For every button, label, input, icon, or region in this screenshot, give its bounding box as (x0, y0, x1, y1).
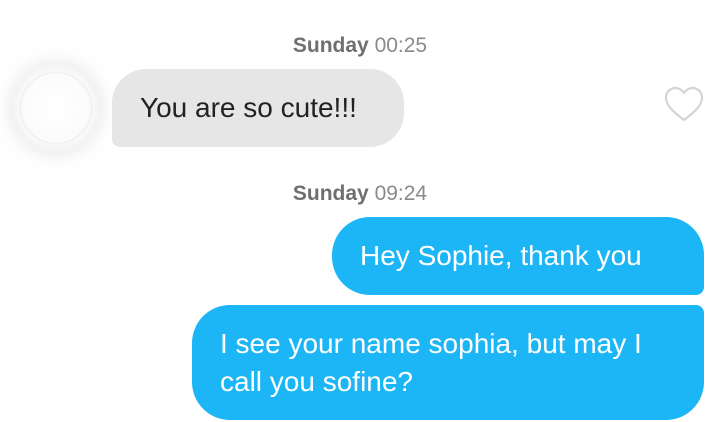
timestamp-day: Sunday (292, 34, 369, 57)
message-text: Hey Sophie, thank you (360, 240, 642, 271)
outgoing-message-bubble[interactable]: I see your name sophia, but may I call y… (192, 305, 704, 420)
heart-outline-icon[interactable] (664, 86, 704, 124)
chat-thread: Sunday 00:25 You are so cute!!! Sunday 0… (0, 0, 720, 422)
avatar-ring (20, 72, 92, 144)
message-text: You are so cute!!! (140, 92, 357, 123)
message-timestamp: Sunday 00:25 (0, 34, 720, 58)
outgoing-message-bubble[interactable]: Hey Sophie, thank you (332, 217, 704, 295)
message-text: I see your name sophia, but may I call y… (220, 328, 642, 397)
avatar[interactable] (12, 64, 100, 152)
timestamp-time: 00:25 (374, 34, 428, 57)
timestamp-day: Sunday (292, 182, 369, 205)
incoming-message-bubble[interactable]: You are so cute!!! (112, 69, 404, 147)
timestamp-time: 09:24 (374, 182, 428, 205)
message-timestamp: Sunday 09:24 (0, 182, 720, 206)
